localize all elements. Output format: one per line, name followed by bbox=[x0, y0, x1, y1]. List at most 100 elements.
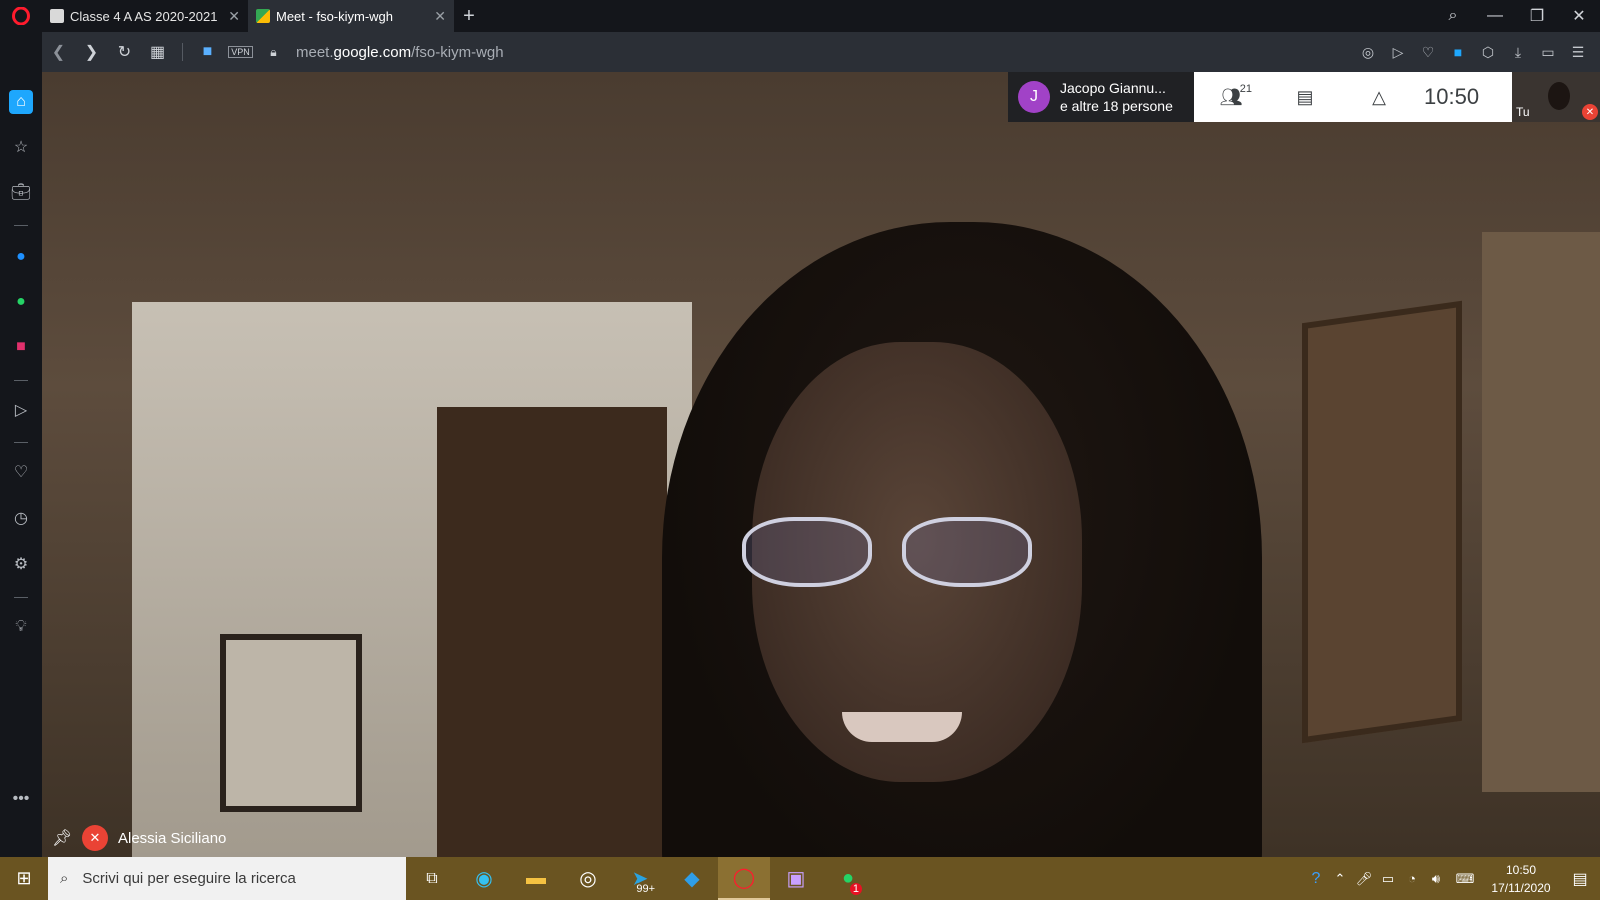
file-explorer-icon[interactable]: ▬ bbox=[510, 857, 562, 900]
lock-icon[interactable]: 🔒︎ bbox=[257, 32, 290, 72]
addressbar-actions: ◎ ▷ ♡ ■ ⬡ ⤓ ▭ ☰ bbox=[1354, 32, 1592, 72]
battery-saver-icon[interactable]: ▭ bbox=[1534, 32, 1562, 72]
browser-titlebar: Classe 4 A AS 2020-2021 ✕ Meet - fso-kiy… bbox=[0, 0, 1600, 32]
participants-names: Jacopo Giannu... e altre 18 persone bbox=[1060, 79, 1173, 115]
settings-gear-icon[interactable]: ⚙ bbox=[0, 549, 42, 579]
self-label: Tu bbox=[1516, 105, 1530, 119]
heart-icon[interactable]: ♡ bbox=[1414, 32, 1442, 72]
divider bbox=[14, 442, 28, 443]
classroom-icon bbox=[50, 9, 64, 23]
url-field[interactable]: meet.google.com/fso-kiym-wgh bbox=[296, 44, 504, 61]
video-background-frame bbox=[220, 634, 362, 812]
extension-icon[interactable]: ■ bbox=[1444, 32, 1472, 72]
mic-off-icon: ✕ bbox=[82, 825, 108, 851]
chevron-up-icon[interactable]: ⌃ bbox=[1328, 857, 1352, 900]
search-icon: ⌕ bbox=[60, 870, 69, 887]
opera-taskbar-icon[interactable]: ◯ bbox=[718, 857, 770, 900]
wifi-icon[interactable]: ◔ bbox=[1400, 857, 1424, 900]
edge-icon[interactable]: ◉ bbox=[458, 857, 510, 900]
chat-icon: ▤ bbox=[1296, 86, 1314, 107]
tab-classe[interactable]: Classe 4 A AS 2020-2021 ✕ bbox=[42, 0, 248, 32]
main-video-feed[interactable] bbox=[42, 72, 1600, 857]
history-clock-icon[interactable]: ◷ bbox=[0, 503, 42, 533]
participant-line-1: Jacopo Giannu... bbox=[1060, 80, 1166, 96]
chat-button[interactable]: ▤ bbox=[1268, 72, 1342, 122]
address-bar: ❮ ❯ ↻ ▦ ■ VPN 🔒︎ meet.google.com/fso-kiy… bbox=[42, 32, 1600, 72]
tab-label: Classe 4 A AS 2020-2021 bbox=[70, 8, 218, 24]
url-prefix: meet. bbox=[296, 43, 334, 61]
close-tab-icon[interactable]: ✕ bbox=[228, 8, 240, 25]
heart-icon[interactable]: ♡ bbox=[0, 457, 42, 487]
url-domain: google.com bbox=[333, 43, 412, 61]
participants-preview[interactable]: J Jacopo Giannu... e altre 18 persone bbox=[1008, 72, 1194, 122]
vpn-label: VPN bbox=[228, 46, 253, 58]
telegram-badge: 99+ bbox=[633, 883, 658, 895]
cube-icon[interactable]: ⬡ bbox=[1474, 32, 1502, 72]
windows-start-icon[interactable]: ⊞ bbox=[0, 857, 48, 900]
speaker-name: Alessia Siciliano bbox=[118, 829, 227, 847]
divider bbox=[14, 380, 28, 381]
volume-icon[interactable]: 🔊︎ bbox=[1424, 857, 1448, 900]
forward-button[interactable]: ❯ bbox=[75, 32, 108, 72]
download-icon[interactable]: ⤓ bbox=[1504, 32, 1532, 72]
divider bbox=[182, 43, 183, 61]
minimize-button[interactable]: — bbox=[1474, 0, 1516, 32]
snapshot-icon[interactable]: ◎ bbox=[1354, 32, 1382, 72]
divider bbox=[14, 597, 28, 598]
more-options-icon[interactable]: ••• bbox=[0, 784, 42, 814]
messenger-icon[interactable]: ● bbox=[0, 242, 42, 272]
keyboard-icon[interactable]: ⌨ bbox=[1448, 857, 1482, 900]
video-background-door bbox=[437, 407, 667, 857]
system-tray: ? ⌃ 🎤︎ ▭ ◔ 🔊︎ ⌨ 10:50 17/11/2020 ▤ bbox=[1304, 857, 1600, 900]
windows-taskbar: ⊞ ⌕ Scrivi qui per eseguire la ricerca ⧉… bbox=[0, 857, 1600, 900]
restore-button[interactable]: ❐ bbox=[1516, 0, 1558, 32]
opera-logo-icon[interactable] bbox=[0, 0, 42, 32]
people-button[interactable]: 👥︎ 21 bbox=[1194, 72, 1268, 122]
task-view-icon[interactable]: ⧉ bbox=[406, 857, 458, 900]
meeting-clock: 10:50 bbox=[1424, 84, 1480, 109]
self-video-silhouette bbox=[1548, 82, 1570, 110]
tips-lightbulb-icon[interactable]: 💡︎ bbox=[0, 612, 42, 642]
tab-meet[interactable]: Meet - fso-kiym-wgh ✕ bbox=[248, 0, 454, 32]
home-icon[interactable]: ⌂ bbox=[0, 87, 42, 117]
help-icon[interactable]: ? bbox=[1304, 857, 1328, 900]
pin-icon[interactable]: 📌︎ bbox=[52, 828, 72, 848]
search-tabs-icon[interactable]: ⌕ bbox=[1432, 0, 1474, 32]
meet-controls-bar: 👥︎ 21 ▤ △ 10:50 bbox=[1194, 72, 1512, 122]
battery-icon[interactable]: ▭ bbox=[1376, 857, 1400, 900]
system-date: 17/11/2020 bbox=[1491, 880, 1551, 895]
media-app-icon[interactable]: ◎ bbox=[562, 857, 614, 900]
telegram-icon[interactable]: ➤ 99+ bbox=[614, 857, 666, 900]
vpn-badge[interactable]: VPN bbox=[224, 32, 257, 72]
whatsapp-taskbar-icon[interactable]: ● 1 bbox=[822, 857, 874, 900]
close-window-button[interactable]: ✕ bbox=[1558, 0, 1600, 32]
activities-icon: △ bbox=[1372, 86, 1386, 107]
send-flow-icon[interactable]: ▷ bbox=[0, 395, 42, 425]
whatsapp-icon[interactable]: ● bbox=[0, 287, 42, 317]
back-button[interactable]: ❮ bbox=[42, 32, 75, 72]
bookmarks-star-icon[interactable]: ☆ bbox=[0, 132, 42, 162]
participant-smile bbox=[842, 712, 962, 742]
send-icon[interactable]: ▷ bbox=[1384, 32, 1412, 72]
speed-dial-icon[interactable]: ▦ bbox=[141, 32, 174, 72]
screen-recorder-icon[interactable]: ▣ bbox=[770, 857, 822, 900]
activities-button[interactable]: △ bbox=[1342, 72, 1416, 122]
close-tab-icon[interactable]: ✕ bbox=[434, 8, 446, 25]
participant-count: 21 bbox=[1239, 83, 1252, 95]
notifications-icon[interactable]: ▤ bbox=[1560, 857, 1600, 900]
new-tab-button[interactable]: + bbox=[454, 0, 484, 32]
instagram-icon[interactable]: ■ bbox=[0, 332, 42, 362]
self-video-tile[interactable]: Tu ✕ bbox=[1512, 72, 1600, 122]
video-background-frame bbox=[1482, 232, 1600, 792]
vscode-icon[interactable]: ◆ bbox=[666, 857, 718, 900]
camera-indicator-icon[interactable]: ■ bbox=[191, 32, 224, 72]
microphone-icon[interactable]: 🎤︎ bbox=[1352, 857, 1376, 900]
workspaces-briefcase-icon[interactable]: 💼︎ bbox=[0, 177, 42, 207]
reload-button[interactable]: ↻ bbox=[108, 32, 141, 72]
tab-label: Meet - fso-kiym-wgh bbox=[276, 8, 394, 24]
easy-setup-icon[interactable]: ☰ bbox=[1564, 32, 1592, 72]
taskbar-search[interactable]: ⌕ Scrivi qui per eseguire la ricerca bbox=[48, 857, 406, 900]
participant-glasses bbox=[742, 517, 1042, 587]
system-clock[interactable]: 10:50 17/11/2020 bbox=[1482, 861, 1560, 897]
system-time: 10:50 bbox=[1505, 862, 1537, 877]
